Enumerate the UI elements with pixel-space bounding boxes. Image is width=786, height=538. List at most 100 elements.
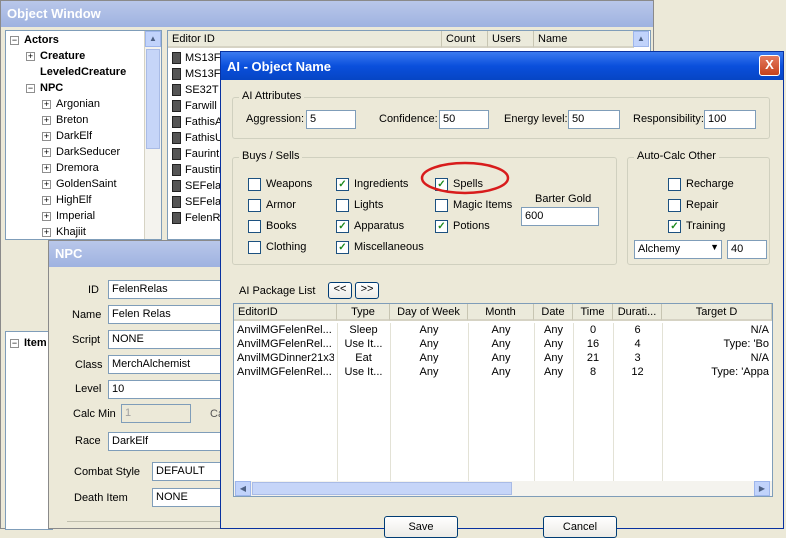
checkbox-ingredients[interactable]: ✓ [336, 178, 349, 191]
next-package-button[interactable]: >> [355, 282, 379, 299]
package-row[interactable]: AnvilMGFelenRel... Use It... Any Any Any 16 4 T… [234, 338, 772, 352]
expand-icon[interactable]: + [42, 227, 51, 237]
scroll-thumb[interactable] [146, 49, 160, 149]
tree-item[interactable]: + DarkSeducer [42, 146, 120, 158]
package-cell: AnvilMGDinner21x3 [237, 352, 334, 364]
object-tree-lower[interactable]: − Item [5, 331, 53, 530]
expand-icon[interactable]: + [42, 179, 51, 189]
collapse-icon[interactable]: − [10, 35, 19, 45]
skill-select[interactable]: Alchemy ▼ [634, 240, 722, 259]
package-row[interactable]: AnvilMGDinner21x3 Eat Any Any Any 21 3 N/A [234, 352, 772, 366]
package-cell: Type: 'Appa [711, 366, 769, 378]
cancel-button[interactable]: Cancel [543, 516, 617, 538]
checkbox-books[interactable] [248, 220, 261, 233]
skill-value-field[interactable]: 40 [727, 240, 767, 259]
col-users[interactable]: Users [488, 31, 534, 48]
chevron-down-icon[interactable]: ▼ [710, 242, 719, 252]
package-row[interactable]: AnvilMGFelenRel... Use It... Any Any Any 8 12 T… [234, 366, 772, 380]
expand-icon[interactable]: + [42, 195, 51, 205]
list-item[interactable]: MS13F [172, 68, 220, 81]
expand-icon[interactable]: + [26, 51, 35, 61]
close-icon[interactable]: X [759, 55, 780, 76]
package-row[interactable]: AnvilMGFelenRel... Sleep Any Any Any 0 6 N/A [234, 324, 772, 338]
col-name[interactable]: Name [534, 31, 634, 48]
save-button[interactable]: Save [384, 516, 458, 538]
list-item[interactable]: SE32T [172, 84, 219, 97]
checkbox-repair[interactable] [668, 199, 681, 212]
package-col-header[interactable]: Month [468, 304, 534, 321]
checkbox-magic-items[interactable] [435, 199, 448, 212]
checkbox-clothing[interactable] [248, 241, 261, 254]
package-col-header[interactable]: Date [534, 304, 573, 321]
tree-item[interactable]: + Argonian [42, 98, 100, 110]
scroll-up-icon[interactable]: ▲ [145, 31, 161, 47]
tree-item-items[interactable]: − Item [10, 337, 47, 349]
col-count[interactable]: Count [442, 31, 488, 48]
checkbox-recharge[interactable] [668, 178, 681, 191]
list-item[interactable]: SEFela [172, 180, 221, 193]
expand-icon[interactable]: + [42, 163, 51, 173]
package-col-header[interactable]: Time [573, 304, 613, 321]
horizontal-scrollbar[interactable]: ◀ ▶ [234, 481, 772, 496]
expand-icon[interactable]: + [42, 211, 51, 221]
package-col-header[interactable]: Day of Week [390, 304, 468, 321]
package-col-header[interactable]: EditorID [234, 304, 337, 321]
tree-item[interactable]: + Dremora [42, 162, 99, 174]
checkbox-potions[interactable]: ✓ [435, 220, 448, 233]
list-scroll-up-icon[interactable]: ▲ [633, 31, 649, 47]
checkbox-apparatus[interactable]: ✓ [336, 220, 349, 233]
package-table[interactable]: EditorID Type Day of Week Month Date Time Dura… [233, 303, 773, 497]
list-item[interactable]: Farwill [172, 100, 217, 113]
package-cell: AnvilMGFelenRel... [237, 366, 332, 378]
tree-item[interactable]: + Breton [42, 114, 88, 126]
confidence-field[interactable]: 50 [439, 110, 489, 129]
tree-item[interactable]: + Imperial [42, 210, 95, 222]
expand-icon[interactable]: + [42, 131, 51, 141]
object-tree[interactable]: − Actors + Creature LeveledCreature − NPC + Argo… [5, 30, 162, 240]
tree-item-label: DarkSeducer [56, 146, 121, 158]
package-col-header[interactable]: Type [337, 304, 390, 321]
tree-item[interactable]: + Khajiit [42, 226, 86, 238]
list-item[interactable]: MS13F [172, 52, 220, 65]
expand-icon[interactable]: + [42, 115, 51, 125]
checkbox-label: Armor [266, 199, 296, 211]
collapse-icon[interactable]: − [10, 338, 19, 348]
tree-item[interactable]: LeveledCreature [26, 66, 126, 78]
tree-item[interactable]: + Creature [26, 50, 85, 62]
annotation-circle [420, 161, 510, 195]
barter-gold-field[interactable]: 600 [521, 207, 599, 226]
tree-item[interactable]: + GoldenSaint [42, 178, 117, 190]
list-item[interactable]: SEFela [172, 196, 221, 209]
list-item[interactable]: FathisA [172, 116, 222, 129]
tree-item[interactable]: − Actors [10, 34, 59, 46]
energy-level-field[interactable]: 50 [568, 110, 620, 129]
list-item[interactable]: FathisU [172, 132, 223, 145]
expand-icon[interactable]: + [42, 99, 51, 109]
checkbox-lights[interactable] [336, 199, 349, 212]
aggression-field[interactable]: 5 [306, 110, 356, 129]
collapse-icon[interactable]: − [26, 83, 35, 93]
tree-item[interactable]: − NPC [26, 82, 63, 94]
list-item[interactable]: Faurint [172, 148, 219, 161]
scroll-right-icon[interactable]: ▶ [754, 481, 770, 496]
col-editor-id[interactable]: Editor ID [168, 31, 442, 48]
list-item[interactable]: FelenR [172, 212, 220, 225]
checkbox-training[interactable]: ✓ [668, 220, 681, 233]
prev-package-button[interactable]: << [328, 282, 352, 299]
package-col-header[interactable]: Target D [662, 304, 772, 321]
tree-item[interactable]: + HighElf [42, 194, 91, 206]
responsibility-field[interactable]: 100 [704, 110, 756, 129]
tree-item[interactable]: + DarkElf [42, 130, 92, 142]
checkbox-armor[interactable] [248, 199, 261, 212]
package-cell: Any [491, 338, 511, 350]
tree-scrollbar[interactable]: ▲ [144, 31, 161, 239]
divider [67, 521, 237, 522]
expand-icon[interactable]: + [42, 147, 51, 157]
checkbox-weapons[interactable] [248, 178, 261, 191]
hscroll-thumb[interactable] [252, 482, 512, 495]
script-label: Script [72, 334, 101, 346]
checkbox-miscellaneous[interactable]: ✓ [336, 241, 349, 254]
scroll-left-icon[interactable]: ◀ [235, 481, 251, 496]
list-item[interactable]: Faustin [172, 164, 221, 177]
package-col-header[interactable]: Durati... [613, 304, 662, 321]
